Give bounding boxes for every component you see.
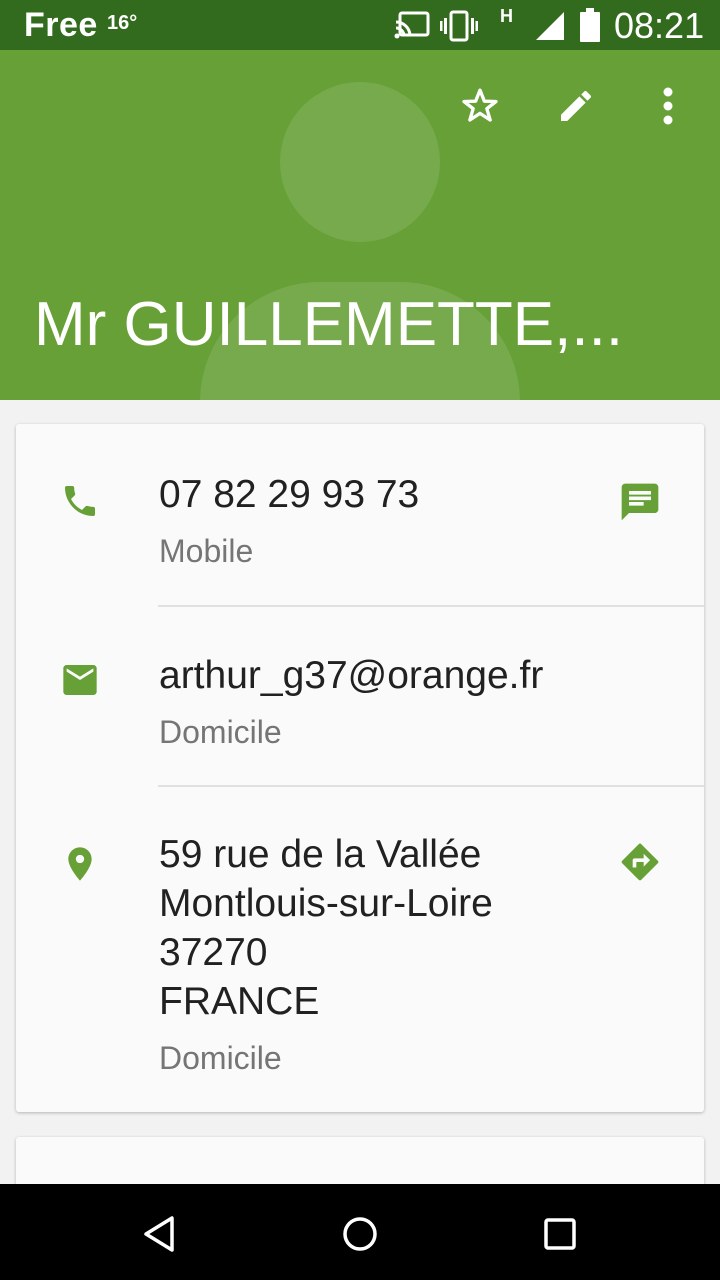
avatar-placeholder-head <box>280 82 440 242</box>
send-message-button[interactable] <box>618 480 662 529</box>
more-vert-icon <box>663 87 673 125</box>
divider <box>158 605 704 607</box>
address-line-country[interactable]: FRANCE <box>159 977 319 1026</box>
back-icon <box>144 1216 174 1252</box>
back-button[interactable] <box>136 1210 184 1258</box>
directions-button[interactable] <box>618 840 662 889</box>
favorite-button[interactable] <box>456 82 504 130</box>
recents-icon <box>544 1218 576 1250</box>
email-type: Domicile <box>159 714 282 750</box>
phone-icon <box>65 486 95 516</box>
navigation-bar <box>0 1184 720 1280</box>
star-icon <box>462 88 498 122</box>
email-address[interactable]: arthur_g37@orange.fr <box>159 651 543 700</box>
cast-icon <box>394 11 430 39</box>
edit-button[interactable] <box>552 82 600 130</box>
address-line-postcode[interactable]: 37270 <box>159 928 267 977</box>
address-type: Domicile <box>159 1040 282 1076</box>
status-bar: Free 16° H 08:21 <box>0 0 720 50</box>
address-line-city[interactable]: Montlouis-sur-Loire <box>159 879 493 928</box>
battery-icon <box>580 8 600 42</box>
phone-number[interactable]: 07 82 29 93 73 <box>159 470 419 519</box>
contact-details-card: 07 82 29 93 73 Mobile arthur_g37@orange.… <box>16 424 704 1112</box>
divider <box>158 785 704 787</box>
home-icon <box>343 1217 377 1251</box>
more-options-button[interactable] <box>644 82 692 130</box>
recents-button[interactable] <box>536 1210 584 1258</box>
contact-header: Mr GUILLEMETTE,... <box>0 50 720 400</box>
home-button[interactable] <box>336 1210 384 1258</box>
vibrate-icon <box>440 10 478 42</box>
location-icon <box>68 847 92 881</box>
message-icon <box>621 483 659 521</box>
edit-icon <box>561 90 592 121</box>
temperature: 16° <box>107 12 138 34</box>
signal-icon <box>536 12 564 40</box>
carrier-name: Free <box>24 6 98 44</box>
clock: 08:21 <box>614 5 705 46</box>
email-icon <box>63 665 97 695</box>
address-line-street[interactable]: 59 rue de la Vallée <box>159 830 481 879</box>
network-type: H <box>500 6 513 26</box>
phone-type: Mobile <box>159 533 254 569</box>
contact-name: Mr GUILLEMETTE,... <box>34 290 624 359</box>
directions-icon <box>621 843 659 881</box>
